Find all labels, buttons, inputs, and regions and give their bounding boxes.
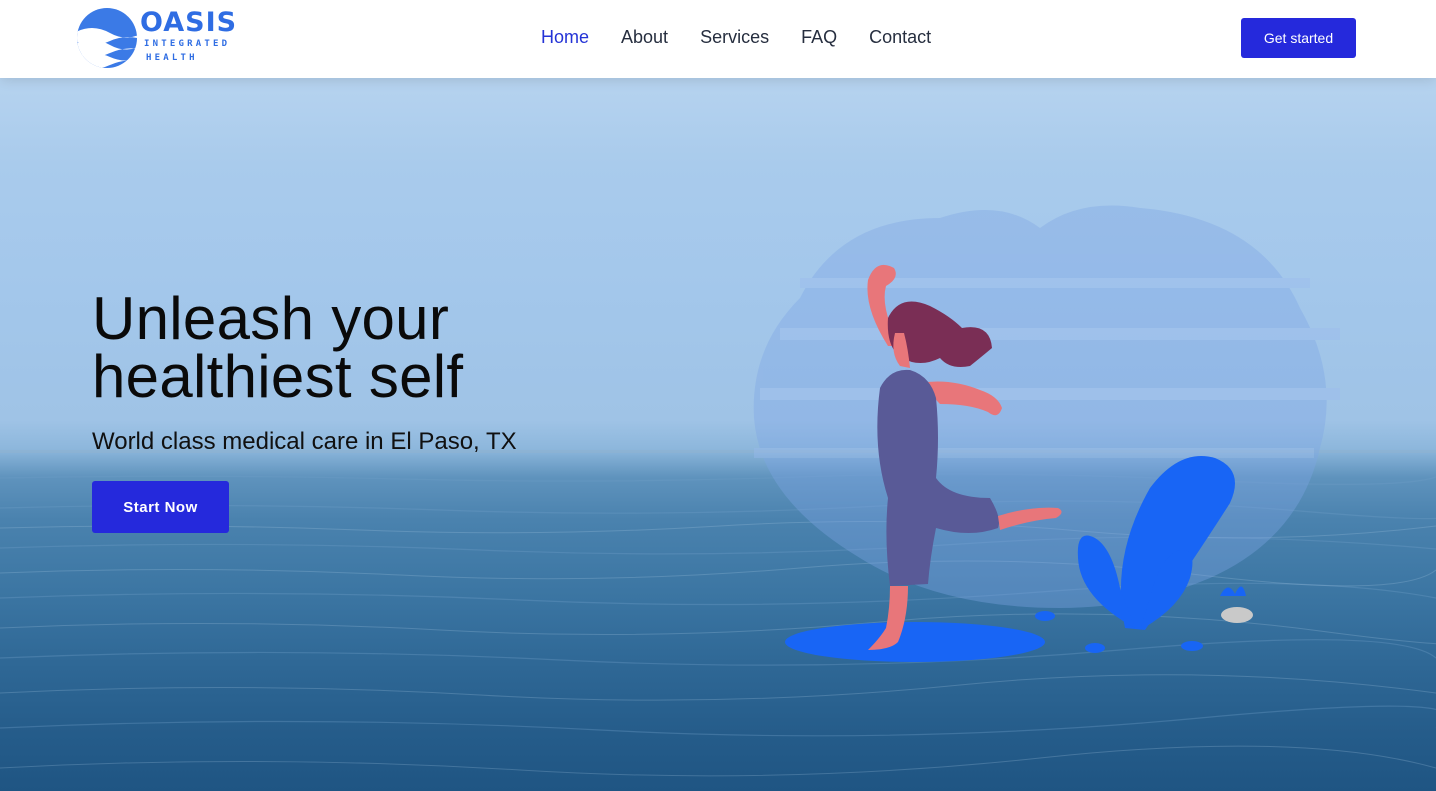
main-nav: Home About Services FAQ Contact (541, 26, 963, 48)
headline-line-2: healthiest self (92, 343, 464, 410)
hero-subheadline: World class medical care in El Paso, TX (92, 428, 517, 455)
nav-about[interactable]: About (621, 26, 668, 48)
nav-faq[interactable]: FAQ (801, 26, 837, 48)
nav-services[interactable]: Services (700, 26, 769, 48)
site-header: OASIS INTEGRATED HEALTH Home About Servi… (0, 0, 1436, 78)
nav-contact[interactable]: Contact (869, 26, 931, 48)
brand-name: OASIS (140, 7, 238, 38)
woman-dancing-water-splash-illustration (753, 205, 1340, 662)
headline-line-1: Unleash your (92, 285, 450, 352)
hero-section: Unleash your healthiest self World class… (0, 78, 1436, 791)
hero-headline: Unleash your healthiest self (92, 289, 652, 407)
start-now-button[interactable]: Start Now (92, 481, 229, 533)
wave-globe-icon (77, 8, 137, 68)
brand-logo[interactable]: OASIS INTEGRATED HEALTH (76, 7, 256, 71)
get-started-button[interactable]: Get started (1241, 18, 1356, 58)
brand-tagline-1: INTEGRATED (144, 39, 231, 49)
nav-home[interactable]: Home (541, 26, 589, 48)
sun-disk-shape (753, 205, 1340, 608)
brand-tagline-2: HEALTH (146, 53, 198, 63)
